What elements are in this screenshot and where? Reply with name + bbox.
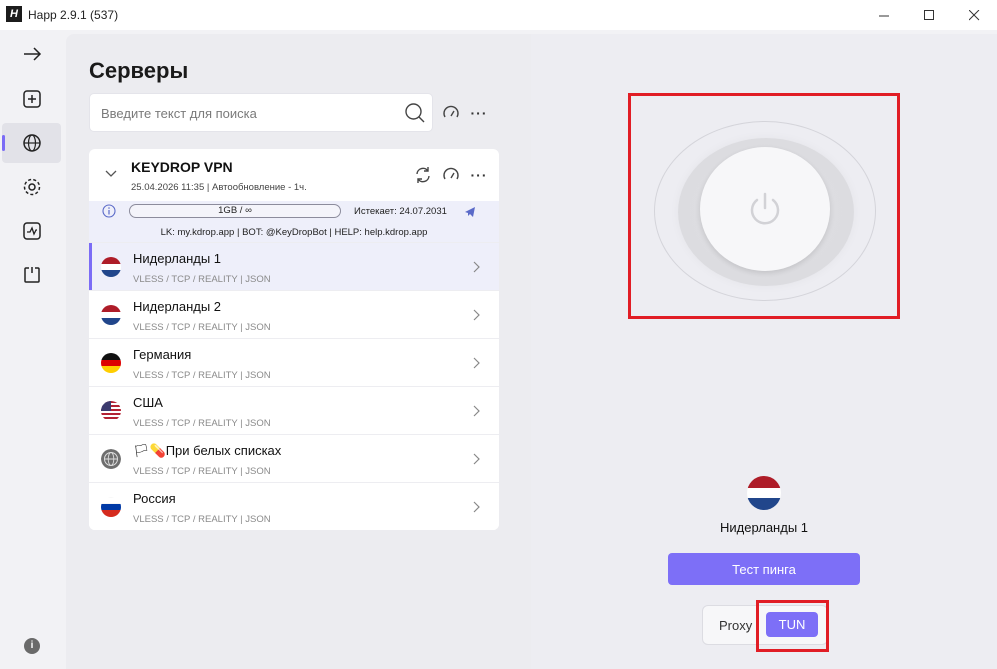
sidebar-item-settings[interactable] (2, 167, 61, 207)
power-button-highlight (628, 93, 900, 319)
mode-proxy-option[interactable]: Proxy (719, 618, 752, 633)
minimize-button[interactable] (861, 0, 907, 30)
subscription-meta: 25.04.2026 11:35 | Автообновление - 1ч. (131, 182, 307, 193)
server-row-whitelist[interactable]: 🏳💊При белых списках VLESS / TCP / REALIT… (89, 434, 499, 482)
info-icon[interactable]: i (24, 638, 40, 654)
speedometer-icon (443, 105, 459, 118)
page-title: Серверы (89, 58, 189, 83)
usa-flag-icon (101, 401, 121, 421)
server-protocol: VLESS / TCP / REALITY | JSON (133, 274, 271, 285)
sidebar: i (0, 30, 64, 669)
expiration-date: Истекает: 24.07.2031 (354, 206, 447, 217)
tun-mode-highlight (756, 600, 829, 652)
subscription-ping-button[interactable] (440, 164, 462, 186)
speedometer-icon (443, 167, 459, 180)
server-row-de[interactable]: Германия VLESS / TCP / REALITY | JSON (89, 338, 499, 386)
server-name: Нидерланды 1 (133, 251, 222, 266)
server-protocol: VLESS / TCP / REALITY | JSON (133, 418, 271, 429)
refresh-icon (416, 167, 430, 183)
info-circle-icon (102, 204, 116, 223)
more-options-button[interactable]: ··· (468, 102, 490, 124)
server-protocol: VLESS / TCP / REALITY | JSON (133, 322, 271, 333)
netherlands-flag-icon (747, 476, 781, 510)
server-protocol: VLESS / TCP / REALITY | JSON (133, 466, 271, 477)
title-bar: H Happ 2.9.1 (537) (0, 0, 997, 30)
server-protocol: VLESS / TCP / REALITY | JSON (133, 370, 271, 381)
subscription-links: LK: my.kdrop.app | BOT: @KeyDropBot | HE… (160, 227, 428, 238)
telegram-icon[interactable] (464, 205, 476, 223)
server-row-nl1[interactable]: Нидерланды 1 VLESS / TCP / REALITY | JSO… (89, 242, 499, 291)
ping-test-button[interactable]: Тест пинга (668, 553, 860, 585)
server-row-ru[interactable]: Россия VLESS / TCP / REALITY | JSON (89, 482, 499, 530)
chevron-right-icon (471, 356, 481, 375)
netherlands-flag-icon (101, 257, 121, 277)
close-icon (968, 9, 979, 20)
server-row-us[interactable]: США VLESS / TCP / REALITY | JSON (89, 386, 499, 434)
sidebar-item-stats[interactable] (2, 211, 61, 251)
subscription-card: KEYDROP VPN 25.04.2026 11:35 | Автообнов… (89, 149, 499, 530)
server-name: Нидерланды 2 (133, 299, 222, 314)
server-name: 🏳💊При белых списках (133, 443, 282, 458)
sidebar-item-connect[interactable] (2, 34, 61, 74)
search-icon[interactable] (404, 102, 426, 129)
arrow-right-icon (23, 47, 41, 61)
chevron-right-icon (471, 500, 481, 519)
chart-icon (22, 222, 41, 240)
chevron-right-icon (471, 404, 481, 423)
chevron-right-icon (471, 308, 481, 327)
server-name: Россия (133, 491, 176, 506)
sidebar-item-add[interactable] (2, 79, 61, 119)
globe-icon (22, 134, 41, 152)
maximize-button[interactable] (906, 0, 952, 30)
chevron-right-icon (471, 260, 481, 279)
netherlands-flag-icon (101, 305, 121, 325)
search-box (89, 93, 433, 132)
subscription-info: 1GB / ∞ Истекает: 24.07.2031 LK: my.kdro… (89, 201, 499, 242)
power-square-icon (23, 267, 40, 283)
ping-all-button[interactable] (440, 102, 462, 124)
chevron-down-icon[interactable] (104, 166, 118, 185)
chevron-right-icon (471, 452, 481, 471)
plus-square-icon (22, 90, 41, 108)
subscription-name: KEYDROP VPN (131, 159, 233, 175)
germany-flag-icon (101, 353, 121, 373)
gear-icon (23, 178, 40, 196)
search-input[interactable] (101, 104, 391, 122)
close-button[interactable] (951, 0, 997, 30)
refresh-button[interactable] (412, 164, 434, 186)
minimize-icon (878, 15, 889, 16)
sidebar-item-power[interactable] (2, 255, 61, 295)
app-logo: H (6, 6, 22, 22)
globe-icon (101, 449, 121, 469)
server-name: США (133, 395, 163, 410)
traffic-usage: 1GB / ∞ (129, 204, 341, 218)
subscription-more-button[interactable]: ··· (468, 164, 490, 186)
sidebar-item-servers[interactable] (2, 123, 61, 163)
maximize-icon (923, 9, 934, 20)
current-server-name: Нидерланды 1 (719, 520, 809, 535)
server-name: Германия (133, 347, 192, 362)
russia-flag-icon (101, 497, 121, 517)
subscription-header[interactable]: KEYDROP VPN 25.04.2026 11:35 | Автообнов… (89, 149, 499, 201)
server-row-nl2[interactable]: Нидерланды 2 VLESS / TCP / REALITY | JSO… (89, 290, 499, 338)
window-title: Happ 2.9.1 (537) (28, 8, 119, 22)
server-protocol: VLESS / TCP / REALITY | JSON (133, 514, 271, 525)
